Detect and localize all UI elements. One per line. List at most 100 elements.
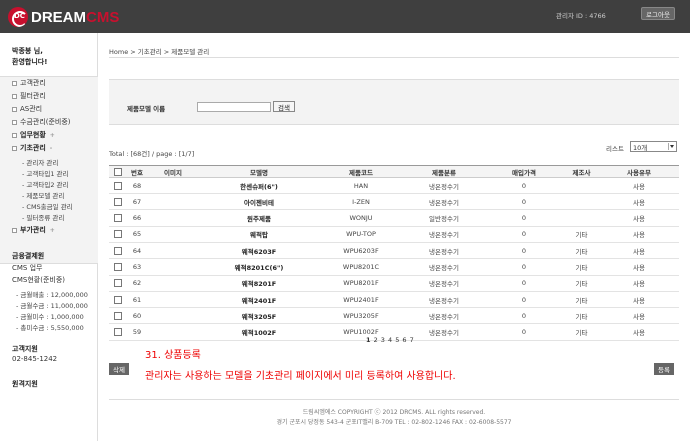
sidebar-item-filters[interactable]: 필터관리 (12, 91, 46, 101)
sidebar-sub-custtype2[interactable]: - 고객타입2 관리 (22, 179, 69, 189)
expand-plus-icon: + (49, 226, 55, 234)
cms-work-link[interactable]: CMS 업무 (12, 263, 42, 273)
row-checkbox[interactable] (113, 308, 123, 323)
row-price: 0 (521, 214, 527, 223)
row-image (151, 260, 195, 275)
sidebar-sub-admin[interactable]: - 관리자 관리 (22, 157, 58, 167)
row-image (151, 276, 195, 291)
row-checkbox[interactable] (113, 325, 123, 340)
breadcrumb: Home > 기초관리 > 제품모델 관리 (109, 48, 210, 56)
row-no: 66 (132, 214, 142, 223)
table-row[interactable]: 60 웨적3205F WPU3205F 냉온정수기 0 기타 사용 (109, 308, 679, 325)
row-model[interactable]: 원주제품 (199, 211, 319, 226)
support-heading: 고객지원 (12, 345, 38, 353)
row-no: 67 (132, 197, 142, 206)
row-model[interactable]: 웨적6203F (199, 243, 319, 258)
row-checkbox[interactable] (113, 260, 123, 275)
payment-heading: 금융결제원 (12, 252, 45, 260)
list-size-select[interactable]: 10개 (630, 141, 677, 152)
register-button[interactable]: 등록 (654, 363, 674, 375)
annotation-text: 관리자는 사용하는 모델을 기초관리 페이지에서 미리 등록하여 사용합니다. (145, 371, 456, 382)
sidebar-item-collection[interactable]: 수금관리(준비중) (12, 117, 71, 127)
row-checkbox[interactable] (113, 211, 123, 226)
top-header: DC DREAMCMS 관리자 ID : 4766 로그아웃 (0, 0, 690, 33)
page-links[interactable]: 2 3 4 5 6 7 (374, 336, 415, 344)
row-code: WPU3205F (343, 311, 379, 320)
table-row[interactable]: 65 웨적탑 WPU-TOP 냉온정수기 0 기타 사용 (109, 227, 679, 243)
sidebar-item-basic-mgmt[interactable]: 기초관리 - (12, 143, 52, 153)
table-header: 번호 이미지 모델명 제품코드 제품분류 매입가격 제조사 사용유무 (109, 165, 679, 178)
stat-total-unpaid: - 총미수금 : 5,550,000 (16, 324, 84, 332)
table-row[interactable]: 63 웨적8201C(6") WPU8201C 냉온정수기 0 기타 사용 (109, 260, 679, 276)
row-no: 59 (132, 328, 142, 337)
col-maker: 제조사 (572, 168, 591, 177)
logout-button[interactable]: 로그아웃 (641, 7, 675, 20)
row-no: 62 (132, 279, 142, 288)
support-phone: 02-845-1242 (12, 355, 58, 363)
table-row[interactable]: 62 웨적8201F WPU8201F 냉온정수기 0 기타 사용 (109, 276, 679, 292)
search-panel: 제품모델 이름 검색 (109, 79, 679, 125)
greeting: 박종봉 님, 환영합니다! (12, 47, 48, 66)
table-row[interactable]: 64 웨적6203F WPU6203F 냉온정수기 0 기타 사용 (109, 243, 679, 260)
pagination: 1 2 3 4 5 6 7 (366, 336, 414, 344)
row-model[interactable]: 웨적8201F (199, 276, 319, 291)
col-use: 사용유무 (627, 168, 651, 177)
table-row[interactable]: 67 아이젠비테 I-ZEN 냉온정수기 0 사용 (109, 194, 679, 211)
row-model[interactable]: 웨적2401F (199, 292, 319, 307)
row-model[interactable]: 웨적1002F (199, 325, 319, 340)
row-image (151, 178, 195, 193)
row-checkbox[interactable] (113, 276, 123, 291)
table-row[interactable]: 68 한센슈퍼(6") HAN 냉온정수기 0 사용 (109, 178, 679, 194)
logo[interactable]: DC DREAMCMS (8, 7, 119, 27)
col-category: 제품분류 (432, 168, 456, 177)
row-checkbox[interactable] (113, 178, 123, 193)
row-image (151, 292, 195, 307)
stat-month-unpaid: - 금월미수 : 1,000,000 (16, 313, 84, 321)
row-use: 사용 (633, 280, 645, 289)
row-category: 냉온정수기 (429, 296, 459, 305)
row-model[interactable]: 한센슈퍼(6") (199, 178, 319, 193)
row-image (151, 308, 195, 323)
row-model[interactable]: 웨적탑 (199, 227, 319, 242)
sidebar-sub-product-model[interactable]: - 제품모델 관리 (22, 190, 64, 200)
search-button[interactable]: 검색 (273, 101, 295, 112)
search-input[interactable] (197, 102, 271, 112)
row-checkbox[interactable] (113, 227, 123, 242)
sidebar-sub-custtype1[interactable]: - 고객타입1 관리 (22, 168, 69, 178)
sidebar-item-customers[interactable]: 고객관리 (12, 78, 46, 88)
col-no: 번호 (131, 168, 143, 177)
row-checkbox[interactable] (113, 194, 123, 209)
sidebar-item-extra-mgmt[interactable]: 부가관리 + (12, 225, 55, 235)
row-price: 0 (521, 230, 527, 239)
row-price: 0 (521, 279, 527, 288)
row-category: 일반정수기 (429, 215, 459, 224)
sidebar-sub-filter-type[interactable]: - 필터종류 관리 (22, 212, 64, 222)
delete-button[interactable]: 삭제 (109, 363, 129, 375)
sidebar-item-as[interactable]: AS관리 (12, 104, 42, 114)
row-model[interactable]: 웨적3205F (199, 308, 319, 323)
row-no: 64 (132, 246, 142, 255)
row-category: 냉온정수기 (429, 280, 459, 289)
row-model[interactable]: 웨적8201C(6") (199, 260, 319, 275)
sidebar-sub-cms-date[interactable]: - CMS출금일 관리 (22, 201, 73, 211)
page-current[interactable]: 1 (366, 336, 371, 344)
row-model[interactable]: 아이젠비테 (199, 194, 319, 209)
bullet-icon (12, 227, 17, 233)
table-row[interactable]: 61 웨적2401F WPU2401F 냉온정수기 0 기타 사용 (109, 292, 679, 309)
row-code: WPU8201C (342, 263, 380, 271)
row-price: 0 (521, 328, 527, 337)
expand-minus-icon: - (49, 144, 53, 152)
row-image (151, 243, 195, 258)
row-checkbox[interactable] (113, 292, 123, 307)
chevron-down-icon (668, 143, 675, 150)
sidebar-item-work-status[interactable]: 업무현황 + (12, 130, 55, 140)
row-code: WPU8201F (343, 279, 379, 288)
select-all-checkbox[interactable] (113, 166, 123, 177)
cms-status-link[interactable]: CMS현황(준비중) (12, 275, 65, 285)
row-checkbox[interactable] (113, 243, 123, 258)
row-maker (564, 211, 599, 226)
row-maker: 기타 (575, 264, 588, 272)
remote-support-heading[interactable]: 원격지원 (12, 379, 38, 389)
table-row[interactable]: 66 원주제품 WONJU 일반정수기 0 사용 (109, 211, 679, 227)
row-use: 사용 (633, 329, 645, 338)
